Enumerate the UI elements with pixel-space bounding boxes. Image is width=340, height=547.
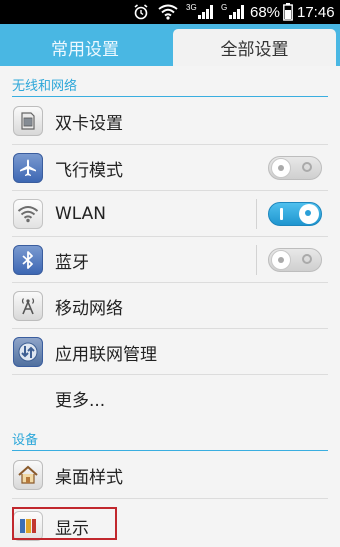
tab-common-settings[interactable]: 常用设置 — [0, 28, 170, 66]
settings-item-label: 应用联网管理 — [55, 344, 157, 365]
settings-item-airplane-mode[interactable]: 飞行模式 — [0, 145, 340, 191]
settings-item-desktop-style[interactable]: 桌面样式 — [0, 452, 340, 498]
network-3g-label: 3G — [186, 2, 197, 12]
bluetooth-icon — [13, 245, 43, 275]
toggle-off-mark — [302, 162, 312, 172]
settings-item-label: 飞行模式 — [55, 160, 123, 181]
bluetooth-toggle[interactable] — [268, 248, 322, 272]
clock: 17:46 — [297, 3, 335, 21]
settings-item-label: WLAN — [55, 204, 107, 224]
vertical-divider — [256, 245, 257, 275]
section-divider — [12, 96, 328, 97]
network-g-label: G — [221, 2, 228, 12]
settings-item-mobile-network[interactable]: 移动网络 — [0, 283, 340, 329]
toggle-knob — [299, 204, 319, 224]
signal-icon-sim1 — [197, 0, 213, 24]
signal-icon-sim2 — [228, 0, 244, 24]
vertical-divider — [256, 199, 257, 229]
section-header-wireless: 无线和网络 — [12, 79, 78, 94]
network-arrows-icon — [13, 337, 43, 367]
settings-item-label: 双卡设置 — [55, 113, 123, 134]
settings-item-label: 桌面样式 — [55, 467, 123, 488]
wifi-status-icon — [158, 0, 178, 24]
dual-sim-icon — [13, 106, 43, 136]
settings-item-label: 更多... — [55, 390, 106, 411]
tab-bar: 常用设置 全部设置 — [0, 24, 340, 66]
settings-item-label: 蓝牙 — [55, 252, 89, 273]
highlight-frame — [12, 507, 117, 540]
toggle-knob — [271, 250, 291, 270]
alarm-icon — [133, 0, 149, 24]
status-bar: 3G G 68% 17:46 — [0, 0, 340, 24]
tab-all-settings[interactable]: 全部设置 — [173, 29, 336, 66]
settings-item-label: 移动网络 — [55, 298, 123, 319]
antenna-icon — [13, 291, 43, 321]
wlan-toggle[interactable] — [268, 202, 322, 226]
battery-icon — [283, 0, 293, 24]
wifi-icon — [13, 199, 43, 229]
toggle-off-mark — [302, 254, 312, 264]
toggle-knob — [271, 158, 291, 178]
battery-percent: 68% — [250, 3, 281, 21]
settings-item-dual-sim[interactable]: 双卡设置 — [0, 98, 340, 144]
airplane-icon — [13, 153, 43, 183]
settings-item-more[interactable]: 更多... — [0, 375, 340, 421]
home-icon — [13, 460, 43, 490]
section-divider — [12, 450, 328, 451]
airplane-mode-toggle[interactable] — [268, 156, 322, 180]
toggle-on-mark — [280, 208, 283, 220]
settings-item-app-network[interactable]: 应用联网管理 — [0, 329, 340, 375]
settings-item-wlan[interactable]: WLAN — [0, 191, 340, 237]
section-header-device: 设备 — [12, 433, 39, 448]
settings-item-bluetooth[interactable]: 蓝牙 — [0, 237, 340, 283]
